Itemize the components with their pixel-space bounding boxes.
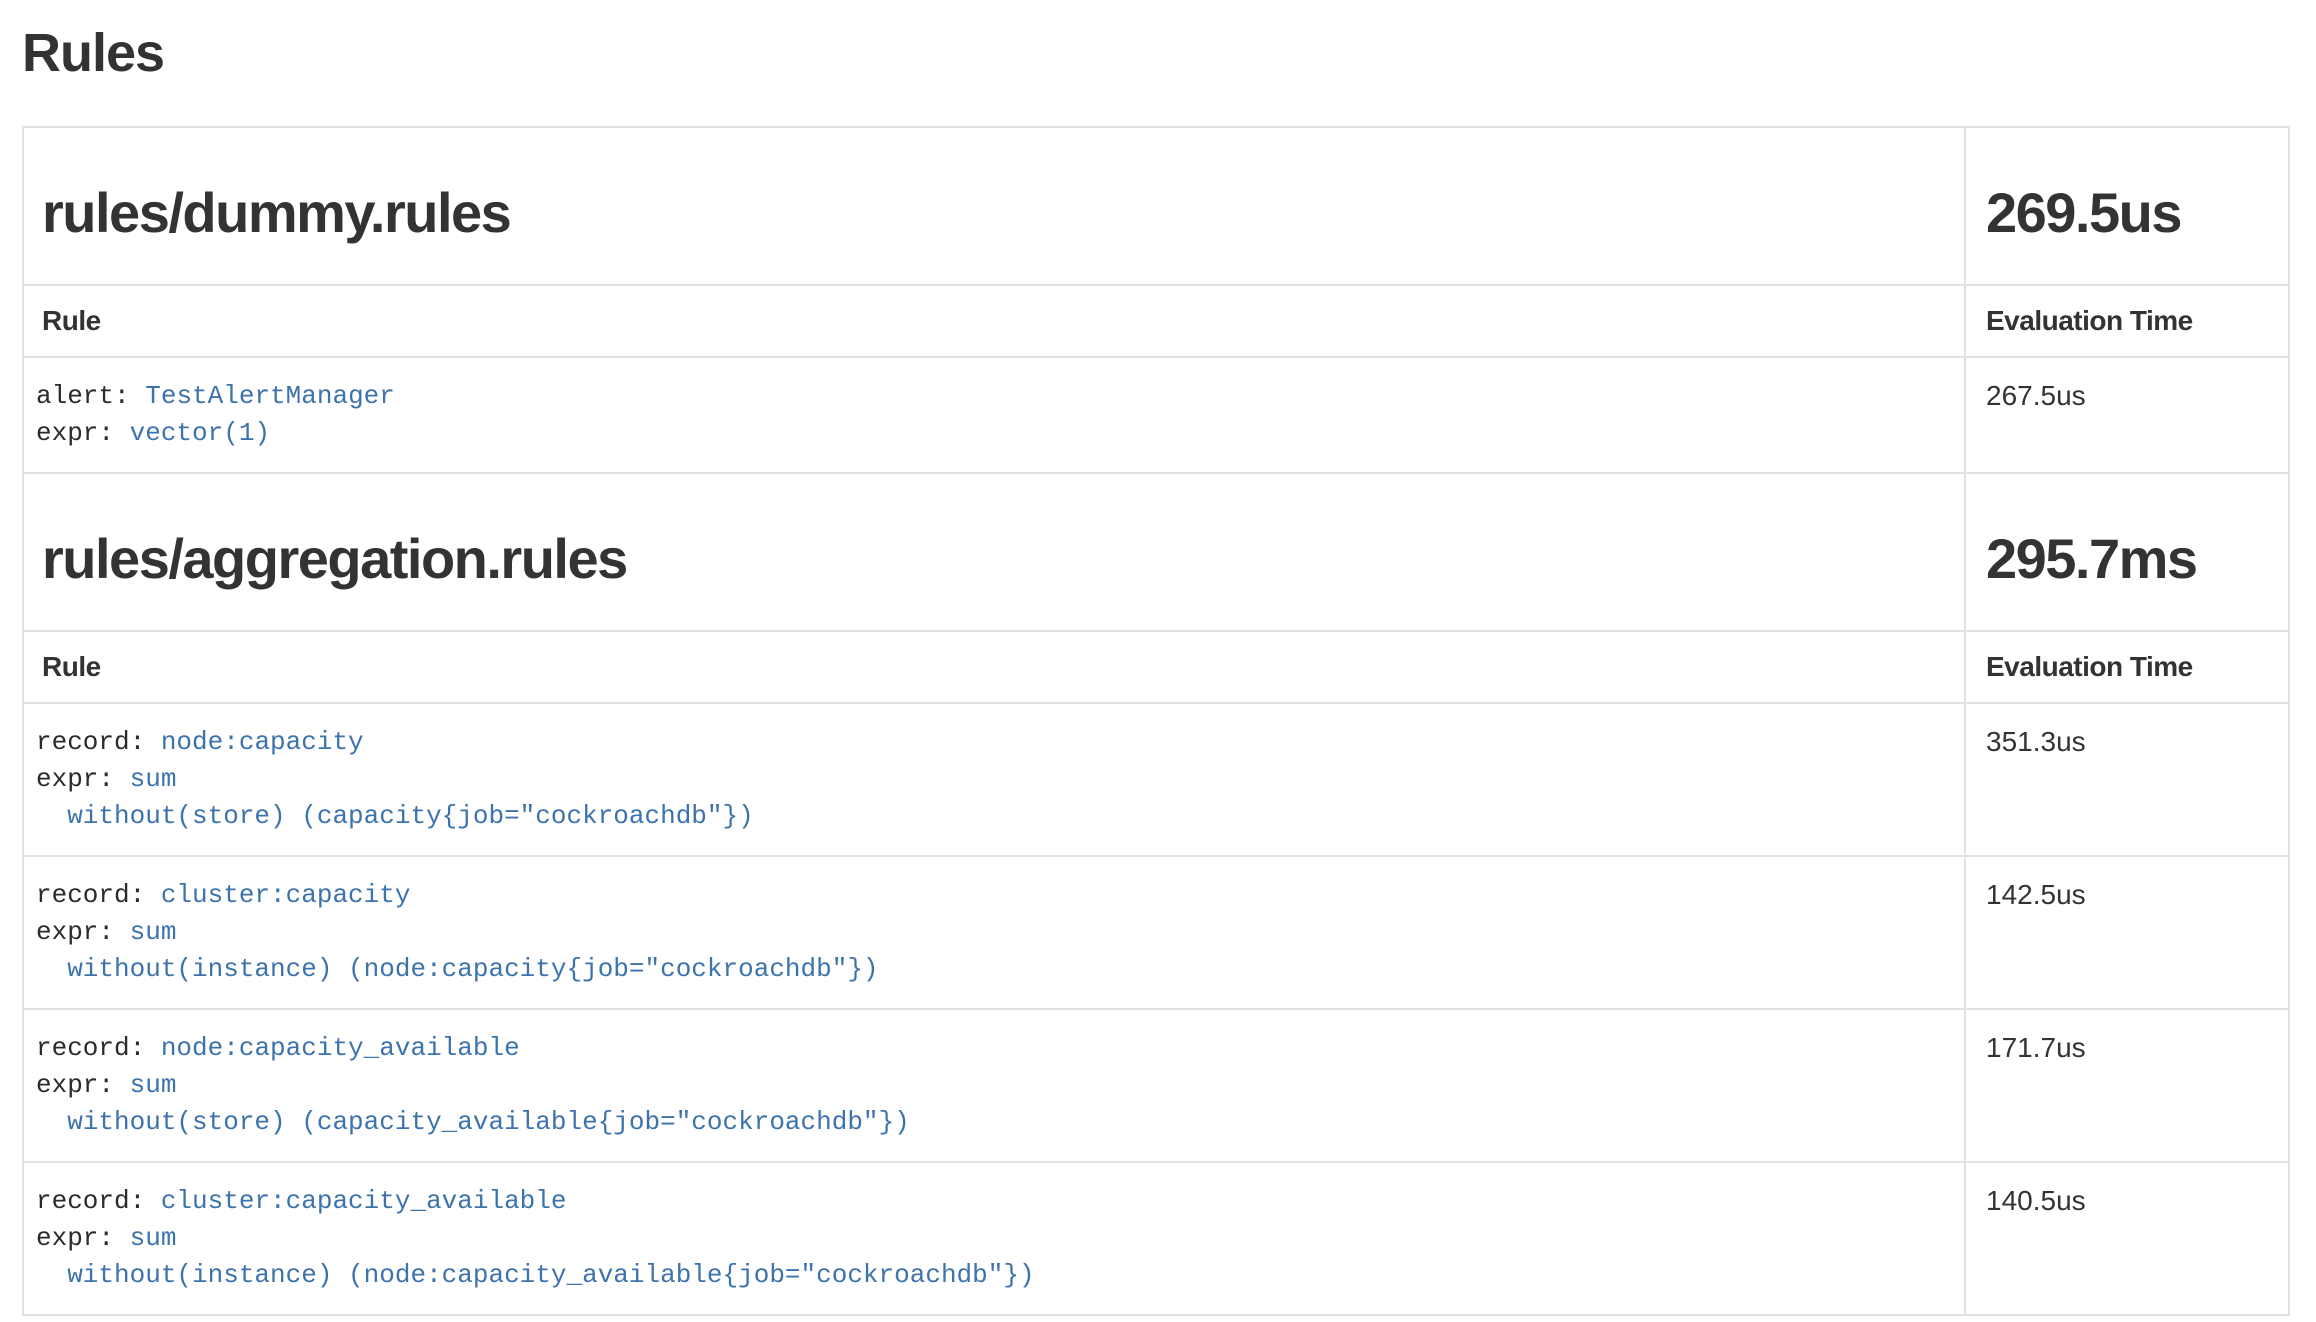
- rule-kind-label: record:: [36, 1033, 145, 1063]
- rules-table: rules/dummy.rules 269.5us Rule Evaluatio…: [22, 126, 2290, 1316]
- rule-group-name-cell: rules/aggregation.rules: [24, 474, 1964, 630]
- column-header-row: Rule Evaluation Time: [24, 286, 2288, 356]
- rule-row: record: node:capacity expr: sum without(…: [24, 704, 2288, 855]
- eval-time-column-header: Evaluation Time: [1966, 632, 2288, 702]
- eval-time-column-header: Evaluation Time: [1966, 286, 2288, 356]
- rule-definition: record: node:capacity_available expr: su…: [24, 1010, 1964, 1161]
- rule-expr-link[interactable]: sum without(instance) (node:capacity{job…: [36, 917, 879, 984]
- rule-column-header: Rule: [24, 632, 1964, 702]
- rule-cell: record: node:capacity expr: sum without(…: [24, 704, 1964, 855]
- rule-eval-time: 171.7us: [1966, 1010, 2288, 1161]
- rule-name-link[interactable]: node:capacity: [161, 727, 364, 757]
- rule-group-time-cell: 295.7ms: [1966, 474, 2288, 630]
- rule-row: record: node:capacity_available expr: su…: [24, 1010, 2288, 1161]
- rule-group-eval-time: 269.5us: [1986, 180, 2280, 245]
- rule-definition: record: cluster:capacity expr: sum witho…: [24, 857, 1964, 1008]
- rule-expr-link[interactable]: sum without(store) (capacity{job="cockro…: [36, 764, 754, 831]
- rule-name-link[interactable]: cluster:capacity: [161, 880, 411, 910]
- rule-expr-label: expr:: [36, 917, 114, 947]
- rule-expr-label: expr:: [36, 1070, 114, 1100]
- rule-group-header-row: rules/dummy.rules 269.5us: [24, 128, 2288, 284]
- rule-group-eval-time: 295.7ms: [1986, 526, 2280, 591]
- rule-column-header: Rule: [24, 286, 1964, 356]
- rule-cell: record: node:capacity_available expr: su…: [24, 1010, 1964, 1161]
- rule-definition: record: cluster:capacity_available expr:…: [24, 1163, 1964, 1314]
- rule-eval-time: 142.5us: [1966, 857, 2288, 1008]
- rule-name-link[interactable]: TestAlertManager: [145, 381, 395, 411]
- rule-cell: record: cluster:capacity_available expr:…: [24, 1163, 1964, 1314]
- rule-expr-label: expr:: [36, 1223, 114, 1253]
- rule-group-name-cell: rules/dummy.rules: [24, 128, 1964, 284]
- rule-eval-time: 351.3us: [1966, 704, 2288, 855]
- rule-group-time-cell: 269.5us: [1966, 128, 2288, 284]
- rule-expr-link[interactable]: sum without(store) (capacity_available{j…: [36, 1070, 910, 1137]
- rule-group-header-row: rules/aggregation.rules 295.7ms: [24, 474, 2288, 630]
- rule-kind-label: record:: [36, 727, 145, 757]
- rule-name-link[interactable]: cluster:capacity_available: [161, 1186, 567, 1216]
- column-header-row: Rule Evaluation Time: [24, 632, 2288, 702]
- rule-group-title: rules/dummy.rules: [42, 180, 1956, 245]
- rule-cell: alert: TestAlertManager expr: vector(1): [24, 358, 1964, 472]
- rule-kind-label: alert:: [36, 381, 130, 411]
- rule-kind-label: record:: [36, 880, 145, 910]
- rule-group-title: rules/aggregation.rules: [42, 526, 1956, 591]
- rules-page: Rules rules/dummy.rules 269.5us Rule Eva…: [0, 0, 2316, 1316]
- page-title: Rules: [22, 22, 2292, 84]
- rule-expr-link[interactable]: vector(1): [130, 418, 270, 448]
- rule-cell: record: cluster:capacity expr: sum witho…: [24, 857, 1964, 1008]
- rule-eval-time: 267.5us: [1966, 358, 2288, 472]
- rules-table-body: rules/dummy.rules 269.5us Rule Evaluatio…: [24, 128, 2288, 1314]
- rule-definition: alert: TestAlertManager expr: vector(1): [24, 358, 1964, 472]
- rule-definition: record: node:capacity expr: sum without(…: [24, 704, 1964, 855]
- rule-row: record: cluster:capacity expr: sum witho…: [24, 857, 2288, 1008]
- rule-kind-label: record:: [36, 1186, 145, 1216]
- rule-name-link[interactable]: node:capacity_available: [161, 1033, 520, 1063]
- rule-row: record: cluster:capacity_available expr:…: [24, 1163, 2288, 1314]
- rule-expr-label: expr:: [36, 764, 114, 794]
- rule-row: alert: TestAlertManager expr: vector(1) …: [24, 358, 2288, 472]
- rule-eval-time: 140.5us: [1966, 1163, 2288, 1314]
- rule-expr-label: expr:: [36, 418, 114, 448]
- rule-expr-link[interactable]: sum without(instance) (node:capacity_ava…: [36, 1223, 1035, 1290]
